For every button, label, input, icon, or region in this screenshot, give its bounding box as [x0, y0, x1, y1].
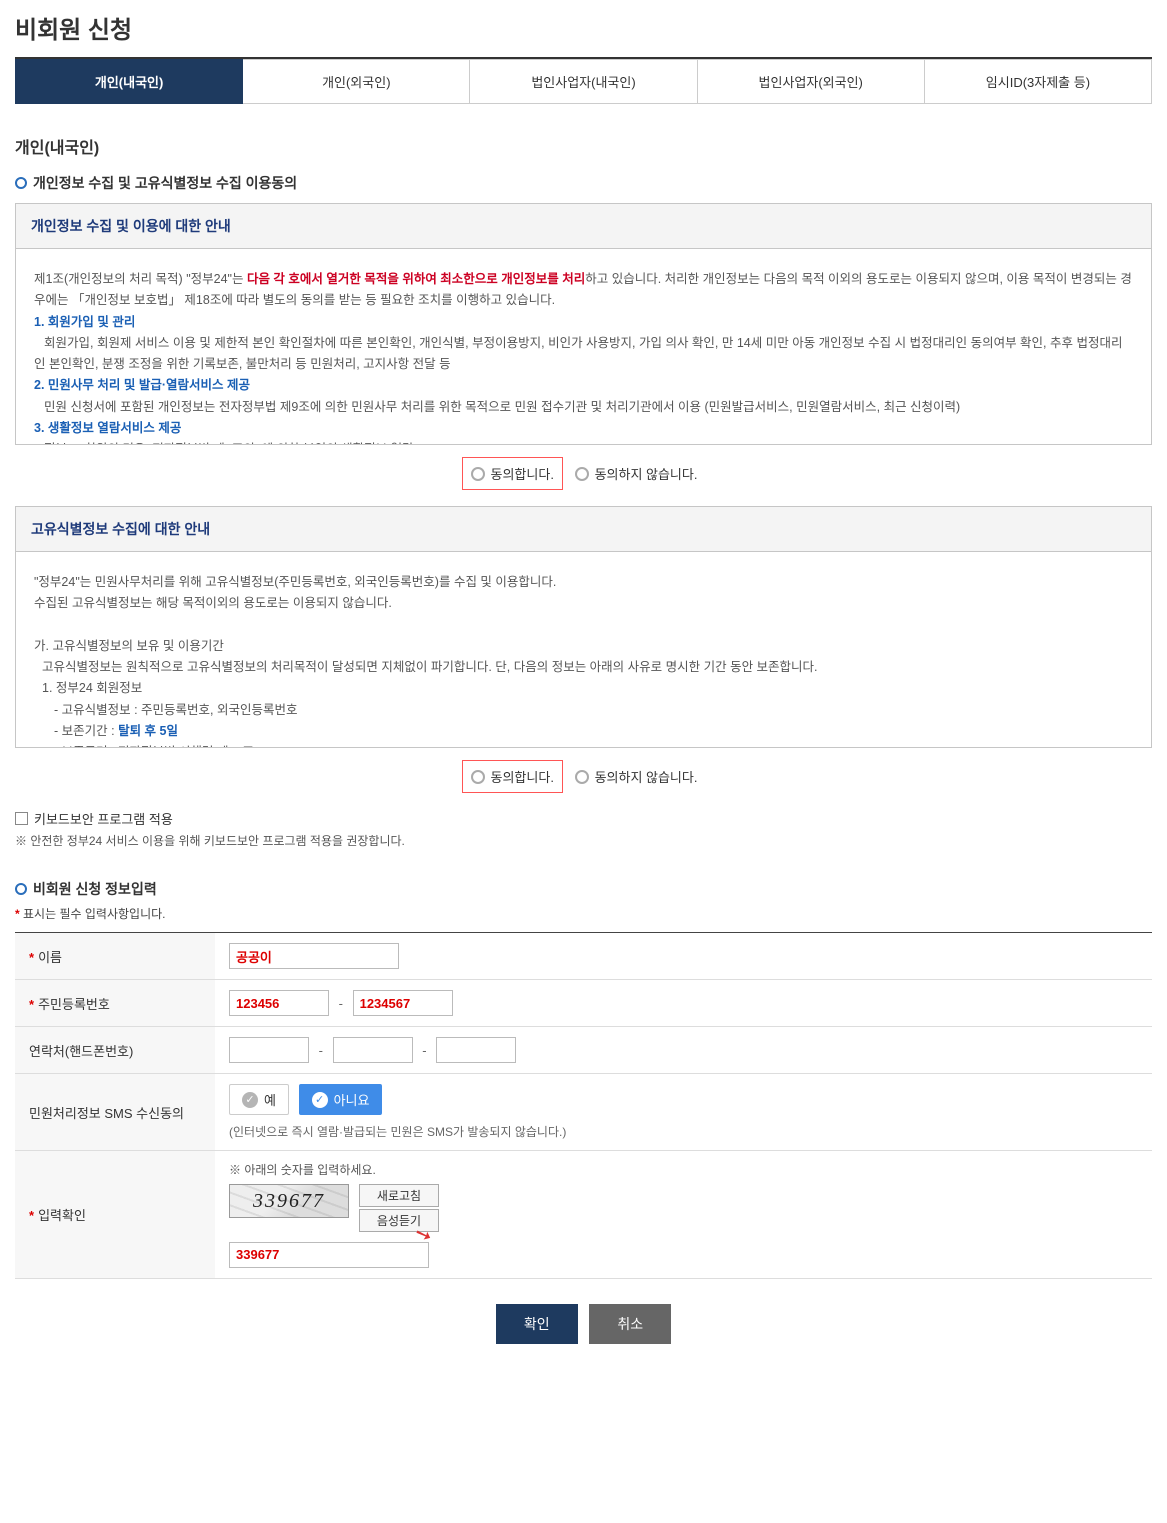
uid-li1: 1. 정부24 회원정보 — [34, 678, 1133, 699]
privacy-panel: 개인정보 수집 및 이용에 대한 안내 제1조(개인정보의 처리 목적) "정부… — [15, 203, 1152, 445]
tab-foreign-person[interactable]: 개인(외국인) — [243, 59, 470, 104]
privacy-item1-d: 회원가입, 회원제 서비스 이용 및 제한적 본인 확인절차에 따른 본인확인,… — [34, 333, 1133, 376]
dash-icon: - — [319, 1043, 323, 1058]
privacy-item3-d: 정부24 회원의 경우, 전자정부법 제9조의2에 의한 본인의 생활정보 열람 — [34, 439, 1133, 444]
sms-label: 민원처리정보 SMS 수신동의 — [15, 1074, 215, 1151]
page-title: 비회원 신청 — [15, 10, 1152, 59]
rrn-input-1[interactable] — [229, 990, 329, 1016]
name-label: *이름 — [15, 933, 215, 980]
radio-icon — [471, 467, 485, 481]
captcha-image: 339677 — [229, 1184, 349, 1218]
phone-input-2[interactable] — [333, 1037, 413, 1063]
uid-li1a: - 고유식별정보 : 주민등록번호, 외국인등록번호 — [34, 700, 1133, 721]
tab-domestic-person[interactable]: 개인(내국인) — [15, 59, 243, 104]
privacy-item1-h: 1. 회원가입 및 관리 — [34, 315, 135, 329]
uid-panel-body[interactable]: "정부24"는 민원사무처리를 위해 고유식별정보(주민등록번호, 외국인등록번… — [16, 552, 1151, 747]
confirm-button[interactable]: 확인 — [496, 1304, 578, 1344]
section-individual-title: 개인(내국인) — [15, 134, 1152, 158]
uid-li1c: - 보존근거 : 전자정부법 시행령 제90조 — [34, 742, 1133, 747]
cancel-button[interactable]: 취소 — [589, 1304, 671, 1344]
uid-line2: 수집된 고유식별정보는 해당 목적이외의 용도로는 이용되지 않습니다. — [34, 593, 1133, 614]
phone-label: 연락처(핸드폰번호) — [15, 1027, 215, 1074]
privacy-article-emph: 다음 각 호에서 열거한 목적을 위하여 최소한으로 개인정보를 처리 — [247, 272, 585, 286]
captcha-hint: ※ 아래의 숫자를 입력하세요. — [229, 1161, 1138, 1178]
uid-sec-d: 고유식별정보는 원칙적으로 고유식별정보의 처리목적이 달성되면 지체없이 파기… — [34, 657, 1133, 678]
sms-no-button[interactable]: ✓아니요 — [299, 1084, 383, 1115]
applicant-type-tabs: 개인(내국인) 개인(외국인) 법인사업자(내국인) 법인사업자(외국인) 임시… — [15, 59, 1152, 104]
captcha-label: *입력확인 — [15, 1151, 215, 1279]
keyboard-sec-note: ※ 안전한 정부24 서비스 이용을 위해 키보드보안 프로그램 적용을 권장합… — [15, 832, 1152, 849]
phone-input-3[interactable] — [436, 1037, 516, 1063]
consent-heading: 개인정보 수집 및 고유식별정보 수집 이용동의 — [15, 173, 1152, 193]
required-note: * 표시는 필수 입력사항입니다. — [15, 905, 1152, 922]
rrn-label: *주민등록번호 — [15, 980, 215, 1027]
privacy-disagree-radio[interactable]: 동의하지 않습니다. — [567, 458, 706, 489]
form-heading: 비회원 신청 정보입력 — [15, 879, 1152, 899]
phone-input-1[interactable] — [229, 1037, 309, 1063]
uid-panel: 고유식별정보 수집에 대한 안내 "정부24"는 민원사무처리를 위해 고유식별… — [15, 506, 1152, 748]
privacy-item3-h: 3. 생활정보 열람서비스 제공 — [34, 421, 181, 435]
dash-icon: - — [422, 1043, 426, 1058]
check-icon: ✓ — [242, 1092, 258, 1108]
radio-icon — [575, 467, 589, 481]
privacy-item2-h: 2. 민원사무 처리 및 발급·열람서비스 제공 — [34, 378, 250, 392]
uid-agree-radio[interactable]: 동의합니다. — [462, 760, 563, 793]
check-icon: ✓ — [312, 1092, 328, 1108]
keyboard-sec-checkbox[interactable]: 키보드보안 프로그램 적용 — [15, 809, 173, 828]
captcha-refresh-button[interactable]: 새로고침 — [359, 1184, 439, 1207]
name-input[interactable] — [229, 943, 399, 969]
uid-retention-bold: 탈퇴 후 5일 — [118, 724, 178, 738]
radio-icon — [575, 770, 589, 784]
tab-foreign-corp[interactable]: 법인사업자(외국인) — [698, 59, 925, 104]
sms-note: (인터넷으로 즉시 열람·발급되는 민원은 SMS가 발송되지 않습니다.) — [229, 1123, 1138, 1140]
privacy-panel-body[interactable]: 제1조(개인정보의 처리 목적) "정부24"는 다음 각 호에서 열거한 목적… — [16, 249, 1151, 444]
privacy-agree-radio[interactable]: 동의합니다. — [462, 457, 563, 490]
uid-disagree-radio[interactable]: 동의하지 않습니다. — [567, 761, 706, 792]
dash-icon: - — [339, 996, 343, 1011]
privacy-article-text: 제1조(개인정보의 처리 목적) "정부24"는 — [34, 272, 247, 286]
checkbox-icon — [15, 812, 28, 825]
uid-line1: "정부24"는 민원사무처리를 위해 고유식별정보(주민등록번호, 외국인등록번… — [34, 572, 1133, 593]
sms-yes-button[interactable]: ✓예 — [229, 1084, 289, 1115]
captcha-input[interactable] — [229, 1242, 429, 1268]
privacy-panel-title: 개인정보 수집 및 이용에 대한 안내 — [16, 204, 1151, 249]
privacy-item2-d: 민원 신청서에 포함된 개인정보는 전자정부법 제9조에 의한 민원사무 처리를… — [34, 397, 1133, 418]
uid-panel-title: 고유식별정보 수집에 대한 안내 — [16, 507, 1151, 552]
tab-temp-id[interactable]: 임시ID(3자제출 등) — [925, 59, 1152, 104]
applicant-form: *이름 *주민등록번호 - 연락처(핸드폰번호) - - 민원처리정보 SMS … — [15, 932, 1152, 1279]
tab-domestic-corp[interactable]: 법인사업자(내국인) — [470, 59, 697, 104]
radio-icon — [471, 770, 485, 784]
uid-sec-h: 가. 고유식별정보의 보유 및 이용기간 — [34, 636, 1133, 657]
rrn-input-2[interactable] — [353, 990, 453, 1016]
